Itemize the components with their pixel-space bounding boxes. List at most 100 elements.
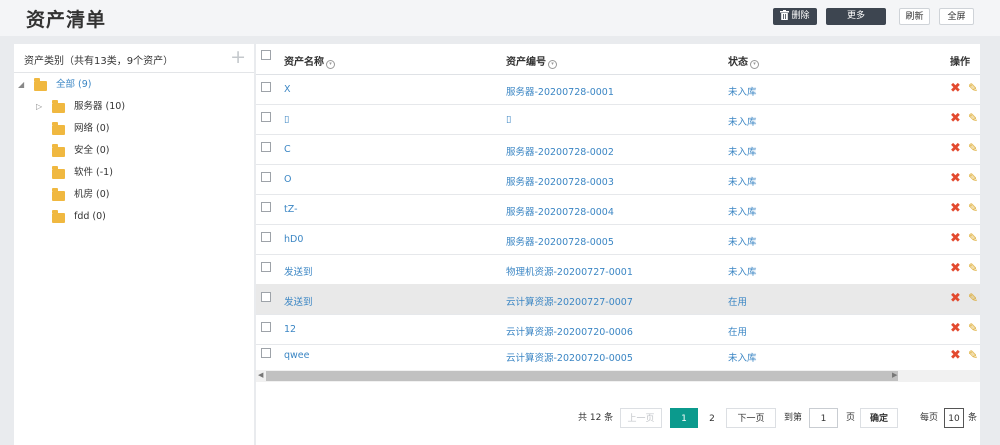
- row-checkbox[interactable]: [261, 348, 271, 358]
- asset-status: 未入库: [728, 237, 757, 248]
- select-all-checkbox[interactable]: [261, 50, 271, 60]
- sort-icon[interactable]: ▾: [750, 60, 759, 69]
- asset-name-link[interactable]: C: [284, 144, 291, 155]
- sort-icon[interactable]: ▾: [326, 60, 335, 69]
- delete-row-icon[interactable]: ✖: [950, 322, 961, 335]
- delete-row-icon[interactable]: ✖: [950, 112, 961, 125]
- delete-row-icon[interactable]: ✖: [950, 172, 961, 185]
- edit-row-icon[interactable]: ✎: [968, 262, 978, 274]
- delete-row-icon[interactable]: ✖: [950, 232, 961, 245]
- asset-code-link[interactable]: 云计算资源-20200720-0005: [506, 350, 633, 364]
- tree-root-all[interactable]: ◢ 全部 (9): [18, 77, 248, 93]
- asset-code-link[interactable]: 服务器-20200728-0002: [506, 144, 614, 158]
- delete-row-icon[interactable]: ✖: [950, 202, 961, 215]
- caret-down-icon[interactable]: ◢: [18, 77, 24, 93]
- asset-code-link[interactable]: 云计算资源-20200720-0006: [506, 324, 633, 338]
- asset-code-link[interactable]: 服务器-20200728-0003: [506, 174, 614, 188]
- goto-page-input[interactable]: 1: [809, 408, 838, 428]
- asset-code-link[interactable]: ▯: [506, 114, 511, 125]
- folder-icon: [34, 78, 47, 91]
- row-checkbox[interactable]: [261, 172, 271, 182]
- edit-row-icon[interactable]: ✎: [968, 142, 978, 154]
- page-1-button[interactable]: 1: [670, 408, 698, 428]
- tree-item-datacenter[interactable]: 机房 (0): [36, 187, 246, 203]
- refresh-button[interactable]: 刷新: [899, 8, 930, 25]
- delete-row-icon[interactable]: ✖: [950, 82, 961, 95]
- tree-item-label: 网络 (0): [74, 123, 110, 134]
- tree-item-fdd[interactable]: fdd (0): [36, 209, 246, 225]
- delete-row-icon[interactable]: ✖: [950, 292, 961, 305]
- table-row[interactable]: 12 云计算资源-20200720-0006 在用 ✖ ✎: [256, 314, 980, 345]
- folder-icon: [52, 122, 65, 135]
- horizontal-scrollbar[interactable]: ◀ ▶: [256, 370, 980, 382]
- delete-row-icon[interactable]: ✖: [950, 142, 961, 155]
- edit-row-icon[interactable]: ✎: [968, 322, 978, 334]
- table-row[interactable]: 发送到 云计算资源-20200727-0007 在用 ✖ ✎: [256, 284, 980, 315]
- scrollbar-thumb[interactable]: [266, 371, 898, 381]
- asset-name-link[interactable]: O: [284, 174, 291, 185]
- edit-row-icon[interactable]: ✎: [968, 82, 978, 94]
- sort-icon[interactable]: ▾: [548, 60, 557, 69]
- table-row[interactable]: C 服务器-20200728-0002 未入库 ✖ ✎: [256, 134, 980, 165]
- asset-name-link[interactable]: 发送到: [284, 264, 313, 278]
- asset-name-link[interactable]: hD0: [284, 234, 303, 245]
- edit-row-icon[interactable]: ✎: [968, 172, 978, 184]
- edit-row-icon[interactable]: ✎: [968, 202, 978, 214]
- add-category-icon[interactable]: +: [230, 48, 246, 67]
- tree-item-network[interactable]: 网络 (0): [36, 121, 246, 137]
- asset-code-link[interactable]: 云计算资源-20200727-0007: [506, 294, 633, 308]
- asset-name-link[interactable]: tZ-: [284, 204, 298, 215]
- column-header-status[interactable]: 状态 ▾: [728, 53, 759, 69]
- row-checkbox[interactable]: [261, 322, 271, 332]
- row-checkbox[interactable]: [261, 142, 271, 152]
- edit-row-icon[interactable]: ✎: [968, 232, 978, 244]
- next-page-button[interactable]: 下一页: [726, 408, 776, 428]
- row-checkbox[interactable]: [261, 82, 271, 92]
- scroll-left-icon[interactable]: ◀: [258, 371, 263, 379]
- asset-name-link[interactable]: ▯: [284, 114, 289, 125]
- caret-right-icon[interactable]: ▷: [36, 99, 42, 115]
- table-row[interactable]: hD0 服务器-20200728-0005 未入库 ✖ ✎: [256, 224, 980, 255]
- table-row[interactable]: tZ- 服务器-20200728-0004 未入库 ✖ ✎: [256, 194, 980, 225]
- asset-name-link[interactable]: 12: [284, 324, 296, 335]
- delete-row-icon[interactable]: ✖: [950, 349, 961, 362]
- asset-table-panel: 资产名称 ▾ 资产编号 ▾ 状态 ▾ 操作 X 服务器-20200728-0001 未…: [256, 44, 980, 445]
- table-row[interactable]: O 服务器-20200728-0003 未入库 ✖ ✎: [256, 164, 980, 195]
- confirm-page-button[interactable]: 确定: [860, 408, 898, 428]
- column-header-label: 资产编号: [506, 57, 546, 68]
- row-checkbox[interactable]: [261, 112, 271, 122]
- scroll-right-icon[interactable]: ▶: [892, 371, 897, 379]
- prev-page-button[interactable]: 上一页: [620, 408, 662, 428]
- more-button[interactable]: 更多: [826, 8, 886, 25]
- tree-item-security[interactable]: 安全 (0): [36, 143, 246, 159]
- asset-code-link[interactable]: 物理机资源-20200727-0001: [506, 264, 633, 278]
- asset-code-link[interactable]: 服务器-20200728-0004: [506, 204, 614, 218]
- fullscreen-button[interactable]: 全屏: [939, 8, 974, 25]
- row-checkbox[interactable]: [261, 202, 271, 212]
- tree-item-server[interactable]: ▷ 服务器 (10): [36, 99, 246, 115]
- table-row[interactable]: X 服务器-20200728-0001 未入库 ✖ ✎: [256, 74, 980, 105]
- asset-name-link[interactable]: qwee: [284, 350, 310, 361]
- delete-row-icon[interactable]: ✖: [950, 262, 961, 275]
- asset-code-link[interactable]: 服务器-20200728-0001: [506, 84, 614, 98]
- tree-item-software[interactable]: 软件 (-1): [36, 165, 246, 181]
- column-header-name[interactable]: 资产名称 ▾: [284, 53, 335, 69]
- asset-name-link[interactable]: 发送到: [284, 294, 313, 308]
- row-checkbox[interactable]: [261, 292, 271, 302]
- table-row[interactable]: ▯ ▯ 未入库 ✖ ✎: [256, 104, 980, 135]
- edit-row-icon[interactable]: ✎: [968, 349, 978, 361]
- delete-button[interactable]: 删除: [773, 8, 817, 25]
- table-row[interactable]: 发送到 物理机资源-20200727-0001 未入库 ✖ ✎: [256, 254, 980, 285]
- edit-row-icon[interactable]: ✎: [968, 112, 978, 124]
- folder-icon: [52, 188, 65, 201]
- column-header-code[interactable]: 资产编号 ▾: [506, 53, 557, 69]
- edit-row-icon[interactable]: ✎: [968, 292, 978, 304]
- page-2-button[interactable]: 2: [700, 408, 724, 428]
- per-page-input[interactable]: 10: [944, 408, 964, 428]
- asset-name-link[interactable]: X: [284, 84, 291, 95]
- row-checkbox[interactable]: [261, 232, 271, 242]
- row-checkbox[interactable]: [261, 262, 271, 272]
- asset-code-link[interactable]: 服务器-20200728-0005: [506, 234, 614, 248]
- table-row[interactable]: qwee 云计算资源-20200720-0005 未入库 ✖ ✎: [256, 342, 980, 371]
- asset-status: 在用: [728, 327, 748, 338]
